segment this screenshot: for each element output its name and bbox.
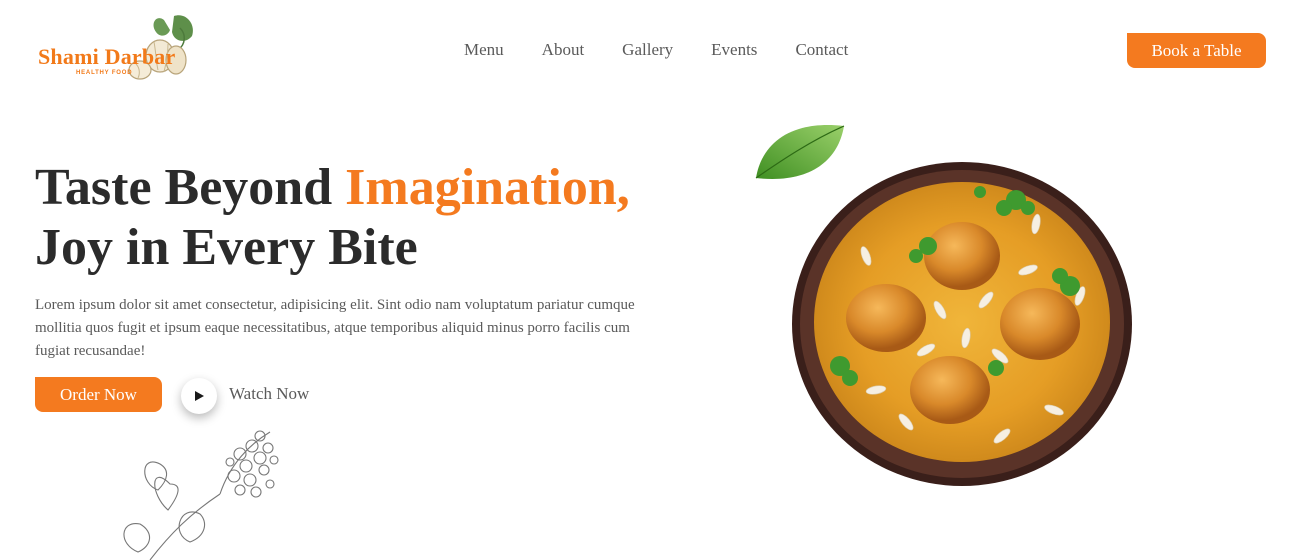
- nav-item-gallery[interactable]: Gallery: [622, 40, 673, 60]
- brand-tagline: HEALTHY FOOD: [76, 70, 133, 76]
- book-table-button[interactable]: Book a Table: [1127, 33, 1266, 68]
- nav-item-events[interactable]: Events: [711, 40, 757, 60]
- play-button[interactable]: [181, 378, 217, 414]
- play-icon: [195, 391, 204, 401]
- headline-part1: Taste Beyond: [35, 159, 346, 216]
- brand-logo[interactable]: Shami Darbar HEALTHY FOOD: [36, 12, 206, 90]
- nav-item-menu[interactable]: Menu: [464, 40, 504, 60]
- headline-line2: Joy in Every Bite: [35, 219, 418, 276]
- watch-now-link[interactable]: Watch Now: [229, 384, 309, 404]
- order-now-button[interactable]: Order Now: [35, 377, 162, 412]
- site-header: Shami Darbar HEALTHY FOOD Menu About Gal…: [0, 0, 1300, 100]
- main-nav: Menu About Gallery Events Contact: [464, 40, 886, 60]
- hero-headline: Taste Beyond Imagination, Joy in Every B…: [35, 158, 715, 278]
- nav-item-contact[interactable]: Contact: [795, 40, 848, 60]
- headline-accent: Imagination,: [345, 159, 630, 216]
- nav-item-about[interactable]: About: [542, 40, 585, 60]
- herb-sketch-illustration: [123, 430, 279, 560]
- brand-name: Shami Darbar: [38, 44, 176, 69]
- hero-description: Lorem ipsum dolor sit amet consectetur, …: [35, 297, 635, 359]
- biryani-dish-image: [792, 162, 1132, 486]
- landing-page: Shami Darbar HEALTHY FOOD Menu About Gal…: [0, 0, 1300, 560]
